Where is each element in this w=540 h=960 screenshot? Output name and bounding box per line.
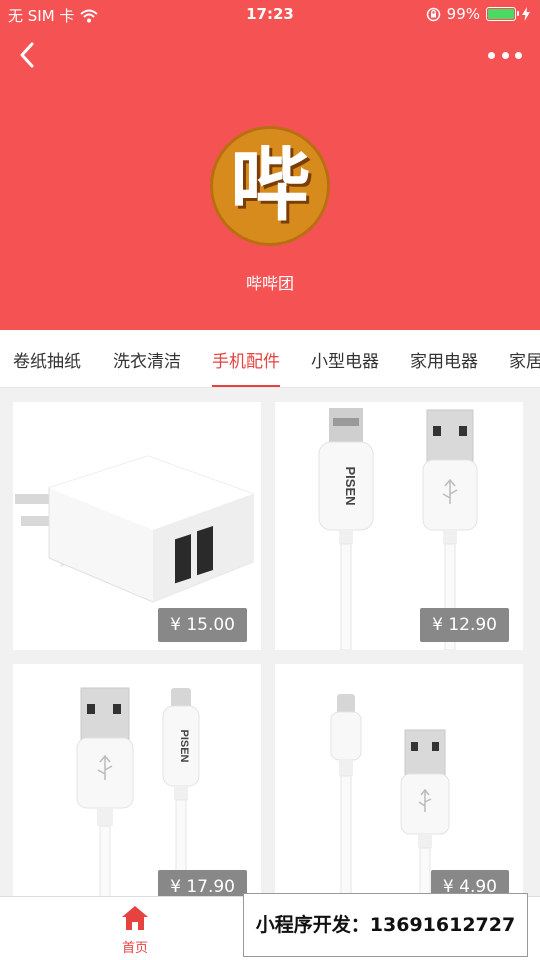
chevron-left-icon — [20, 42, 34, 68]
price-tag: ¥ 17.90 — [158, 870, 247, 896]
status-bar: 无 SIM 卡 17:23 99% — [0, 0, 540, 28]
tab-category-6[interactable]: 家居 — [509, 347, 540, 387]
product-card[interactable]: PISEN ¥ 12.90 — [275, 402, 523, 650]
home-icon — [122, 906, 148, 930]
price-tag: ¥ 15.00 — [158, 608, 247, 642]
status-right: 99% — [426, 5, 530, 23]
back-button[interactable] — [14, 38, 44, 72]
store-logo-text: 哔 — [230, 139, 310, 232]
more-options-button[interactable] — [488, 42, 522, 68]
product-card[interactable]: PISEN ¥ 17.90 — [13, 664, 261, 896]
product-card[interactable]: ¥ 15.00 — [13, 402, 261, 650]
lightning-cable-image — [330, 694, 450, 896]
tab-home-label: 首页 — [121, 941, 148, 956]
battery-level — [488, 9, 514, 19]
store-header: 无 SIM 卡 17:23 99% 哔 哔哔团 — [0, 0, 540, 330]
category-tabs: 卷纸抽纸 洗衣清洁 手机配件 小型电器 家用电器 家居 — [0, 330, 540, 388]
more-dot-icon — [515, 51, 522, 59]
product-grid: ¥ 15.00 PISEN ¥ 12.90 PISEN ¥ 17.90 ¥ 4.… — [0, 388, 540, 896]
promo-banner: 小程序开发：13691612727 — [243, 893, 528, 957]
tab-home[interactable]: 首页 — [105, 905, 165, 959]
price-tag: ¥ 12.90 — [420, 608, 509, 642]
store-name: 哔哔团 — [245, 274, 294, 293]
charging-icon — [522, 7, 530, 21]
store-logo: 哔 — [210, 126, 330, 246]
product-card[interactable]: ¥ 4.90 — [275, 664, 523, 896]
battery-icon — [486, 7, 519, 21]
svg-text:PISEN: PISEN — [178, 729, 190, 762]
pisen-lightning-cable-image: PISEN — [76, 687, 200, 896]
more-dot-icon — [501, 51, 509, 59]
tab-category-2[interactable]: 洗衣清洁 — [113, 347, 181, 387]
tab-category-5[interactable]: 家用电器 — [410, 347, 478, 387]
orientation-lock-icon — [426, 7, 440, 21]
more-dot-icon — [488, 51, 495, 59]
battery-percent: 99% — [446, 5, 480, 23]
tab-category-1[interactable]: 卷纸抽纸 — [13, 347, 81, 387]
svg-text:PISEN: PISEN — [343, 466, 358, 505]
tab-category-3-label: 手机配件 — [212, 352, 280, 372]
tab-category-3[interactable]: 手机配件 — [212, 347, 280, 387]
tab-category-4[interactable]: 小型电器 — [311, 347, 379, 387]
